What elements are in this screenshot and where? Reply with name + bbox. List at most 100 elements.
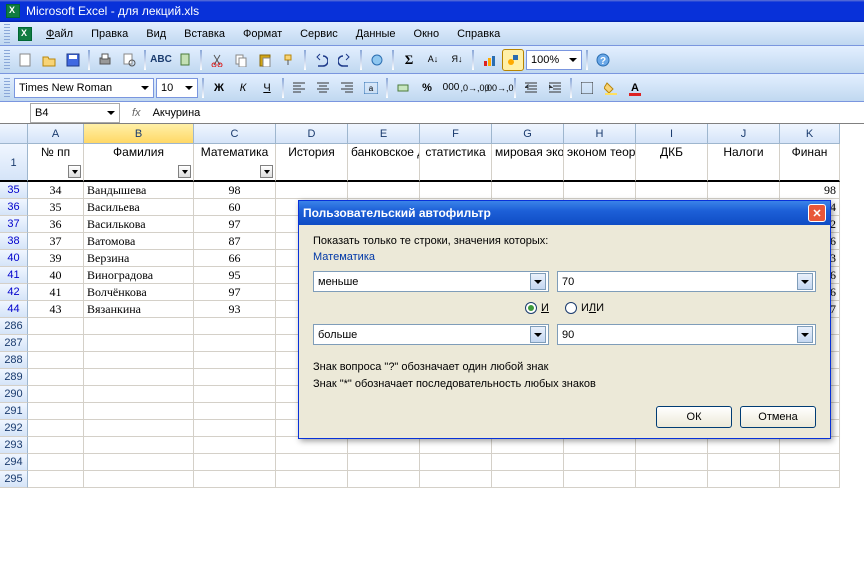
cell[interactable]: Волчёнкова: [84, 284, 194, 301]
chart-wizard-button[interactable]: [478, 49, 500, 71]
cell[interactable]: [276, 182, 348, 199]
cell[interactable]: 35: [28, 199, 84, 216]
cell[interactable]: [28, 454, 84, 471]
align-left-button[interactable]: [288, 77, 310, 99]
cell[interactable]: 41: [28, 284, 84, 301]
menu-data[interactable]: Данные: [348, 26, 404, 42]
cell[interactable]: [276, 471, 348, 488]
column-header[interactable]: B: [84, 124, 194, 144]
row-header[interactable]: 287: [0, 335, 28, 352]
column-header[interactable]: I: [636, 124, 708, 144]
cell[interactable]: 97: [194, 216, 276, 233]
filter-dropdown-button[interactable]: [178, 165, 191, 178]
font-name-combo[interactable]: Times New Roman: [14, 78, 154, 98]
column-header[interactable]: D: [276, 124, 348, 144]
cell[interactable]: [420, 437, 492, 454]
cell[interactable]: 36: [28, 216, 84, 233]
sort-asc-button[interactable]: А↓: [422, 49, 444, 71]
fx-icon[interactable]: fx: [124, 107, 149, 119]
cell[interactable]: [194, 454, 276, 471]
cell[interactable]: [708, 182, 780, 199]
select-all-corner[interactable]: [0, 124, 28, 144]
cell[interactable]: Васильева: [84, 199, 194, 216]
cell[interactable]: [194, 420, 276, 437]
menu-view[interactable]: Вид: [138, 26, 174, 42]
merge-center-button[interactable]: a: [360, 77, 382, 99]
cell[interactable]: [348, 182, 420, 199]
cell[interactable]: [708, 471, 780, 488]
cell[interactable]: [84, 471, 194, 488]
column-header[interactable]: H: [564, 124, 636, 144]
cell[interactable]: [28, 352, 84, 369]
comma-button[interactable]: 000: [440, 77, 462, 99]
cell[interactable]: 97: [194, 284, 276, 301]
column-header[interactable]: K: [780, 124, 840, 144]
row-header[interactable]: 286: [0, 318, 28, 335]
row-header[interactable]: 289: [0, 369, 28, 386]
cell[interactable]: [84, 335, 194, 352]
cell[interactable]: [194, 369, 276, 386]
cell[interactable]: [636, 182, 708, 199]
cell[interactable]: 98: [194, 182, 276, 199]
cell[interactable]: [276, 437, 348, 454]
cell[interactable]: Верзина: [84, 250, 194, 267]
column-header[interactable]: G: [492, 124, 564, 144]
hyperlink-button[interactable]: [366, 49, 388, 71]
cell[interactable]: 95: [194, 267, 276, 284]
cell[interactable]: [84, 437, 194, 454]
cell[interactable]: Вязанкина: [84, 301, 194, 318]
increase-decimal-button[interactable]: ,0→,00: [464, 77, 486, 99]
zoom-combo[interactable]: 100%: [526, 50, 582, 70]
workbook-icon[interactable]: [14, 27, 36, 41]
menu-window[interactable]: Окно: [406, 26, 448, 42]
row-header[interactable]: 44: [0, 301, 28, 318]
row-header[interactable]: 38: [0, 233, 28, 250]
cell[interactable]: 98: [780, 182, 840, 199]
column-header[interactable]: J: [708, 124, 780, 144]
open-button[interactable]: [38, 49, 60, 71]
cell[interactable]: Василькова: [84, 216, 194, 233]
column-header[interactable]: F: [420, 124, 492, 144]
cell[interactable]: [708, 437, 780, 454]
menu-insert[interactable]: Вставка: [176, 26, 233, 42]
formula-input[interactable]: Акчурина: [149, 107, 864, 119]
row-header[interactable]: 295: [0, 471, 28, 488]
cell[interactable]: [84, 352, 194, 369]
percent-button[interactable]: %: [416, 77, 438, 99]
close-button[interactable]: ✕: [808, 204, 826, 222]
row-header[interactable]: 291: [0, 403, 28, 420]
cell[interactable]: [636, 437, 708, 454]
cell[interactable]: [194, 318, 276, 335]
menu-edit[interactable]: Правка: [83, 26, 136, 42]
criteria2-operator-combo[interactable]: больше: [313, 324, 549, 345]
cell[interactable]: [348, 437, 420, 454]
row-header[interactable]: 42: [0, 284, 28, 301]
cell[interactable]: [28, 335, 84, 352]
name-box[interactable]: B4: [30, 103, 120, 123]
cell[interactable]: [194, 437, 276, 454]
copy-button[interactable]: [230, 49, 252, 71]
save-button[interactable]: [62, 49, 84, 71]
cell[interactable]: 40: [28, 267, 84, 284]
menu-tools[interactable]: Сервис: [292, 26, 346, 42]
filter-dropdown-button[interactable]: [68, 165, 81, 178]
currency-button[interactable]: [392, 77, 414, 99]
paste-button[interactable]: [254, 49, 276, 71]
cell[interactable]: [492, 471, 564, 488]
cell[interactable]: [28, 318, 84, 335]
new-button[interactable]: [14, 49, 36, 71]
cell[interactable]: [84, 420, 194, 437]
cell[interactable]: 66: [194, 250, 276, 267]
cell[interactable]: [348, 471, 420, 488]
underline-button[interactable]: Ч: [256, 77, 278, 99]
row-header[interactable]: 35: [0, 182, 28, 199]
filter-dropdown-button[interactable]: [260, 165, 273, 178]
row-header[interactable]: 290: [0, 386, 28, 403]
cell[interactable]: [84, 403, 194, 420]
cell[interactable]: [84, 386, 194, 403]
row-header[interactable]: 40: [0, 250, 28, 267]
cell[interactable]: [564, 471, 636, 488]
column-header[interactable]: C: [194, 124, 276, 144]
cell[interactable]: [194, 335, 276, 352]
borders-button[interactable]: [576, 77, 598, 99]
